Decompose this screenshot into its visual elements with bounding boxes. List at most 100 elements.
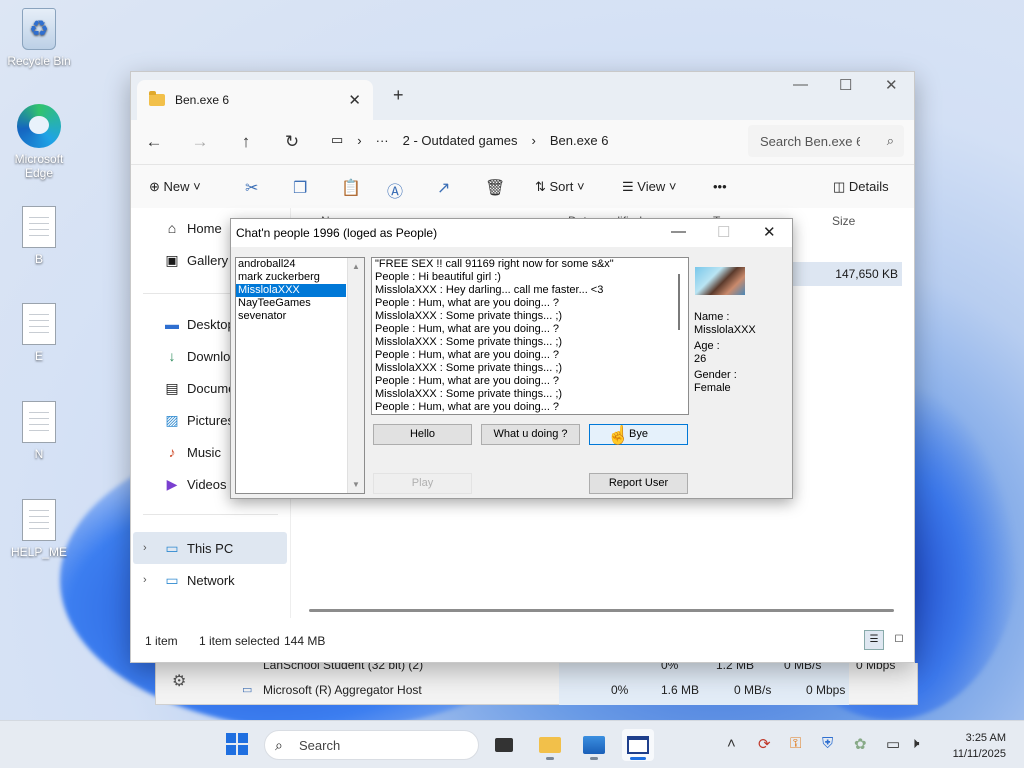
paste-icon[interactable]: 📋 bbox=[341, 178, 361, 198]
rename-icon[interactable]: Ⓐ bbox=[387, 178, 403, 202]
desktop-icon-edge[interactable]: Microsoft Edge bbox=[3, 104, 75, 180]
gear-tray-icon[interactable]: ✿ bbox=[854, 735, 867, 753]
chevron-up-icon[interactable]: ˄ bbox=[727, 735, 736, 752]
chat-log[interactable]: "FREE SEX !! call 91169 right now for so… bbox=[371, 257, 689, 415]
details-view-button[interactable]: ☰ bbox=[864, 630, 884, 650]
what-u-doing-button[interactable]: What u doing ? bbox=[481, 424, 580, 445]
search-icon: ⌕ bbox=[275, 737, 283, 753]
up-button[interactable]: ↑ bbox=[223, 132, 269, 152]
close-tab-icon[interactable]: ✕ bbox=[348, 91, 361, 109]
start-button[interactable] bbox=[226, 733, 248, 755]
hello-button[interactable]: Hello bbox=[373, 424, 472, 445]
document-icon bbox=[22, 303, 56, 345]
desktop-icon-help-me[interactable]: HELP_ME bbox=[3, 499, 75, 559]
chevron-right-icon[interactable]: › bbox=[143, 574, 147, 586]
close-window-button[interactable]: ✕ bbox=[763, 223, 776, 241]
breadcrumb[interactable]: ▭ › ··· 2 - Outdated games › Ben.exe 6 bbox=[331, 132, 609, 148]
new-button[interactable]: ⊕ New ˅ bbox=[149, 179, 201, 195]
copy-icon[interactable]: ❐ bbox=[293, 178, 307, 198]
task-manager-row[interactable]: ▭ Microsoft (R) Aggregator Host 0% 1.6 M… bbox=[206, 680, 917, 700]
volume-mute-icon[interactable]: 🕨 bbox=[910, 735, 919, 752]
nav-item-documents[interactable]: ▤Documents bbox=[163, 380, 239, 397]
key-icon[interactable]: ⚿ bbox=[790, 735, 801, 752]
nav-item-gallery[interactable]: ▣ Gallery bbox=[163, 252, 228, 269]
horizontal-scrollbar[interactable] bbox=[309, 609, 894, 612]
profile-name-label: Name : bbox=[694, 311, 730, 323]
maximize-button[interactable]: ☐ bbox=[839, 76, 852, 94]
close-window-button[interactable]: ✕ bbox=[885, 76, 898, 94]
user-list-item[interactable]: NayTeeGames bbox=[236, 297, 364, 310]
desktop-icon-e[interactable]: E bbox=[3, 303, 75, 363]
process-disk: 0 MB/s bbox=[734, 683, 772, 697]
breadcrumb-item[interactable]: 2 - Outdated games bbox=[403, 133, 518, 148]
scroll-down-icon[interactable]: ▼ bbox=[352, 480, 360, 489]
desktop-icon-recycle-bin[interactable]: ♻ Recycle Bin bbox=[3, 8, 75, 68]
nav-item-pictures[interactable]: ▨ Pictures bbox=[163, 412, 234, 429]
maximize-button[interactable]: ☐ bbox=[717, 223, 730, 241]
nav-item-music[interactable]: ♪ Music bbox=[163, 444, 221, 460]
nav-item-videos[interactable]: ▶ Videos bbox=[163, 476, 227, 493]
profile-picture bbox=[695, 267, 745, 295]
taskbar-task-manager[interactable] bbox=[578, 729, 610, 761]
minimize-button[interactable]: — bbox=[793, 76, 808, 93]
process-memory: 1.6 MB bbox=[661, 683, 700, 697]
bye-button[interactable]: Bye bbox=[589, 424, 688, 445]
forward-button[interactable]: → bbox=[177, 132, 223, 152]
sync-icon[interactable]: ⟳ bbox=[758, 735, 771, 753]
explorer-titlebar: Ben.exe 6 ✕ + — ☐ ✕ bbox=[131, 72, 914, 120]
back-button[interactable]: ← bbox=[131, 132, 177, 152]
new-tab-button[interactable]: + bbox=[393, 85, 404, 106]
clock[interactable]: 3:25 AM 11/11/2025 bbox=[953, 730, 1006, 762]
process-icon: ▭ bbox=[242, 684, 253, 696]
nav-item-this-pc[interactable]: ▭ This PC bbox=[163, 540, 233, 557]
user-list[interactable]: androball24 mark zuckerberg MisslolaXXX … bbox=[235, 257, 365, 494]
breadcrumb-item[interactable]: Ben.exe 6 bbox=[550, 133, 609, 148]
nav-item-desktop[interactable]: ▬ Desktop bbox=[163, 316, 235, 332]
details-button[interactable]: ◫ Details bbox=[833, 179, 889, 195]
recycle-bin-icon: ♻ bbox=[22, 8, 56, 50]
desktop-icon-n[interactable]: N bbox=[3, 401, 75, 461]
shield-icon[interactable]: ⛨ bbox=[822, 735, 833, 752]
sort-button[interactable]: ⇅ Sort ˅ bbox=[535, 179, 585, 195]
nav-item-downloads[interactable]: ↓Downloads bbox=[163, 348, 240, 364]
chevron-right-icon[interactable]: › bbox=[143, 542, 147, 554]
delete-icon[interactable]: 🗑 bbox=[485, 178, 505, 198]
scroll-up-icon[interactable]: ▲ bbox=[352, 262, 360, 271]
monitor-icon: ▭ bbox=[331, 132, 344, 147]
breadcrumb-overflow[interactable]: ··· bbox=[376, 133, 389, 148]
user-list-item[interactable]: mark zuckerberg bbox=[236, 271, 364, 284]
nav-item-home[interactable]: ⌂ Home bbox=[163, 220, 222, 236]
taskbar-file-explorer[interactable] bbox=[534, 729, 566, 761]
user-list-item[interactable]: sevenator bbox=[236, 310, 364, 323]
taskbar-search[interactable]: ⌕ Search bbox=[264, 730, 479, 760]
download-icon: ↓ bbox=[168, 348, 176, 364]
user-list-scrollbar[interactable]: ▲ ▼ bbox=[347, 258, 364, 493]
task-view-icon bbox=[495, 738, 513, 752]
play-button[interactable]: Play bbox=[373, 473, 472, 494]
tiles-view-button[interactable]: ☐ bbox=[889, 630, 909, 650]
settings-gear-icon[interactable]: ⚙ bbox=[172, 671, 186, 691]
taskbar-task-view[interactable] bbox=[488, 729, 520, 761]
cut-icon[interactable]: ✂ bbox=[245, 178, 258, 198]
user-list-item-selected[interactable]: MisslolaXXX bbox=[236, 284, 346, 297]
chat-dialog: Chat'n people 1996 (loged as People) — ☐… bbox=[230, 218, 793, 499]
search-input[interactable]: Search Ben.exe 6 ⌕ bbox=[748, 125, 904, 157]
explorer-tab[interactable]: Ben.exe 6 ✕ bbox=[137, 80, 373, 120]
share-icon[interactable]: ↗ bbox=[437, 178, 450, 198]
minimize-button[interactable]: — bbox=[671, 223, 686, 240]
column-size[interactable]: Size bbox=[832, 214, 855, 228]
nav-item-network[interactable]: ▭ Network bbox=[163, 572, 234, 589]
task-manager-window: ⚙ LanSchool Student (32 bit) (2) 0% 1.2 … bbox=[155, 658, 918, 705]
computer-icon: ▭ bbox=[165, 540, 179, 556]
desktop-icon-b[interactable]: B bbox=[3, 206, 75, 266]
report-user-button[interactable]: Report User bbox=[589, 473, 688, 494]
taskbar-chat-app[interactable] bbox=[622, 729, 654, 761]
user-list-item[interactable]: androball24 bbox=[236, 258, 364, 271]
display-icon[interactable]: ▭ bbox=[886, 735, 900, 753]
view-button[interactable]: ☰ View ˅ bbox=[622, 179, 676, 195]
chat-log-scroll-thumb[interactable] bbox=[678, 274, 680, 330]
chat-message: MisslolaXXX : Hey darling... call me fas… bbox=[375, 284, 604, 296]
more-options-button[interactable]: ••• bbox=[713, 179, 727, 194]
refresh-button[interactable]: ↻ bbox=[269, 132, 315, 152]
document-icon bbox=[22, 499, 56, 541]
